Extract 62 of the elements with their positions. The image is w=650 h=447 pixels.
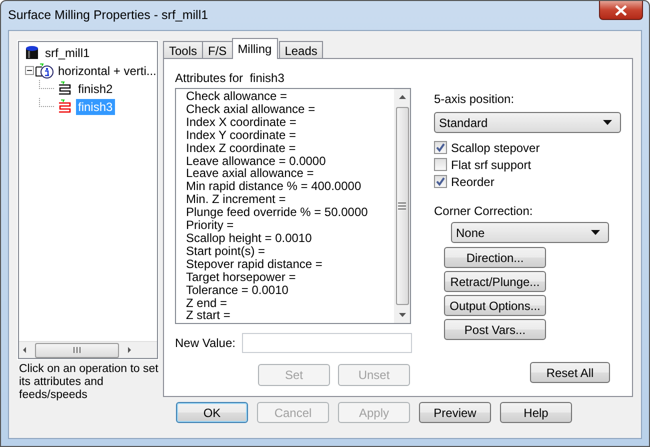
option-button[interactable]: Retract/Plunge... <box>444 271 546 292</box>
list-item[interactable]: Index X coordinate = <box>186 116 394 129</box>
close-icon <box>615 4 627 16</box>
list-item[interactable]: Check axial allowance = <box>186 102 394 116</box>
five-axis-label: 5-axis position: <box>434 92 516 106</box>
dialog-button[interactable]: Preview <box>419 402 491 423</box>
checkbox-label[interactable]: Flat srf support <box>451 158 532 172</box>
tree-item[interactable]: horizontal + verti... <box>56 62 158 78</box>
option-button[interactable]: Direction... <box>444 247 546 268</box>
new-value-label: New Value: <box>175 336 236 350</box>
checkbox-label[interactable]: Reorder <box>451 174 494 188</box>
horizontal-scrollbar[interactable] <box>19 341 157 358</box>
tab[interactable]: F/S <box>202 41 233 59</box>
checkbox[interactable] <box>434 158 447 171</box>
list-item[interactable]: Index Y coordinate = <box>186 128 394 142</box>
tab[interactable]: Tools <box>163 41 204 59</box>
tab[interactable]: Milling <box>232 38 278 59</box>
attributes-label: Attributes for finish3 <box>175 71 286 87</box>
vertical-scrollbar[interactable] <box>394 89 410 323</box>
list-item[interactable]: Check allowance = <box>186 90 394 103</box>
list-item[interactable]: Priority = <box>186 219 394 232</box>
list-item[interactable]: Leave axial allowance = <box>186 167 394 180</box>
list-item[interactable]: Plunge feed override % = 50.0000 <box>186 206 394 220</box>
dropdown-arrow-icon <box>603 120 612 125</box>
list-item[interactable]: Min rapid distance % = 400.0000 <box>186 180 394 194</box>
list-item[interactable]: Start point(s) = <box>186 244 394 258</box>
info-icon <box>34 62 56 80</box>
checkbox-label[interactable]: Scallop stepover <box>451 140 540 154</box>
list-item[interactable]: Leave allowance = 0.0000 <box>186 154 394 168</box>
dialog-button[interactable]: Help <box>500 402 572 423</box>
grip-icon <box>72 347 82 353</box>
five-axis-dropdown[interactable]: Standard <box>434 112 621 133</box>
zigzag-icon <box>58 98 72 114</box>
tree-item[interactable]: srf_mill1 <box>43 44 92 60</box>
checkbox[interactable] <box>434 141 447 154</box>
list-item[interactable]: Tolerance = 0.0010 <box>186 284 394 296</box>
corner-correction-label: Corner Correction: <box>434 204 534 218</box>
list-item[interactable]: Z start = <box>186 309 394 322</box>
collapse-icon[interactable] <box>25 66 34 75</box>
cylinder-icon <box>25 44 39 60</box>
grip-icon <box>398 202 406 210</box>
zigzag-icon <box>58 80 72 96</box>
tree-item[interactable]: finish2 <box>76 80 115 96</box>
reset-all-button[interactable]: Reset All <box>530 362 610 383</box>
close-button[interactable] <box>599 1 643 20</box>
corner-correction-dropdown[interactable]: None <box>451 222 609 243</box>
list-item[interactable]: Z end = <box>186 296 394 310</box>
new-value-field[interactable] <box>242 333 412 353</box>
option-button[interactable]: Post Vars... <box>444 319 546 340</box>
list-item[interactable]: Target horsepower = <box>186 270 394 284</box>
tree-hint: Click on an operation to set its attributes and feeds/speeds <box>18 363 159 402</box>
list-item[interactable]: Min. Z increment = <box>186 193 394 206</box>
list-item[interactable]: Stepover rapid distance = <box>186 258 394 271</box>
option-button[interactable]: Output Options... <box>444 295 546 316</box>
attributes-list[interactable] <box>175 88 411 324</box>
checkbox[interactable] <box>434 175 447 188</box>
list-item[interactable]: Index Z coordinate = <box>186 142 394 155</box>
dialog-button[interactable]: OK <box>176 402 248 423</box>
window-title: Surface Milling Properties - srf_mill1 <box>8 8 208 22</box>
dropdown-arrow-icon <box>591 230 600 235</box>
list-item[interactable]: Scallop height = 0.0010 <box>186 232 394 245</box>
tab[interactable]: Leads <box>278 41 324 59</box>
